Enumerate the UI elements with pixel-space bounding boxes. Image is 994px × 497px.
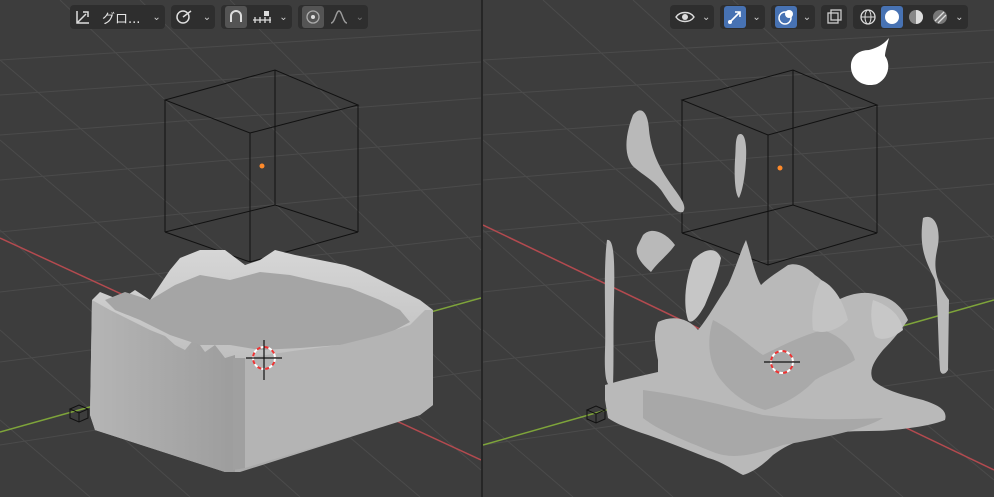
chevron-down-icon[interactable]: ⌄ xyxy=(803,12,811,23)
fluid-mesh-left[interactable] xyxy=(90,250,433,472)
chevron-down-icon: ⌄ xyxy=(279,11,288,23)
snap-settings-group[interactable]: ⌄ xyxy=(221,5,292,29)
snap-toggle-group[interactable]: ⌄ xyxy=(170,5,216,29)
wireframe-shading-icon[interactable] xyxy=(857,6,879,28)
viewport-right-scene[interactable] xyxy=(483,0,994,497)
snap-increment-icon[interactable] xyxy=(251,8,273,26)
viewport-left[interactable]: グロ... ⌄ ⌄ ⌄ ⌄ xyxy=(0,0,481,497)
empty-cube-object[interactable] xyxy=(68,404,90,423)
gizmo-icon[interactable] xyxy=(724,6,747,28)
visibility-dropdown[interactable]: ⌄ xyxy=(670,5,715,29)
overlays-icon[interactable] xyxy=(774,6,797,28)
snap-magnet-icon[interactable] xyxy=(225,6,248,28)
eye-icon xyxy=(674,8,696,26)
transform-pivot-dropdown[interactable]: グロ... ⌄ xyxy=(70,5,165,29)
xray-toggle[interactable] xyxy=(821,5,848,29)
transform-pivot-icon xyxy=(74,8,92,26)
gizmo-group[interactable]: ⌄ xyxy=(720,5,765,29)
solid-shading-icon[interactable] xyxy=(881,6,904,28)
material-preview-icon[interactable] xyxy=(905,6,927,28)
proportional-edit-icon[interactable] xyxy=(301,6,324,28)
chevron-down-icon: ⌄ xyxy=(355,11,364,23)
transform-orientation-icon[interactable] xyxy=(175,8,197,26)
overlays-group[interactable]: ⌄ xyxy=(770,5,816,29)
viewport-right[interactable]: ⌄ ⌄ ⌄ ⌄ xyxy=(483,0,994,497)
shading-mode-group[interactable]: ⌄ xyxy=(853,5,968,29)
domain-origin-dot[interactable] xyxy=(259,163,265,169)
fluid-mesh-right[interactable] xyxy=(604,110,949,475)
chevron-down-icon[interactable]: ⌄ xyxy=(752,12,760,23)
proportional-edit-group[interactable]: ⌄ xyxy=(297,5,368,29)
viewport-left-scene[interactable] xyxy=(0,0,481,497)
domain-origin-dot[interactable] xyxy=(777,165,783,171)
falloff-curve-icon[interactable] xyxy=(328,6,350,28)
transform-pivot-label: グロ... xyxy=(102,11,141,27)
chevron-down-icon: ⌄ xyxy=(152,11,161,23)
viewport-header-right: ⌄ ⌄ ⌄ ⌄ xyxy=(670,0,968,34)
solid-shading-callout-icon xyxy=(850,38,889,86)
chevron-down-icon: ⌄ xyxy=(202,11,212,23)
viewport-header-left: グロ... ⌄ ⌄ ⌄ ⌄ xyxy=(70,0,368,34)
chevron-down-icon[interactable]: ⌄ xyxy=(955,12,963,23)
rendered-shading-icon[interactable] xyxy=(929,6,951,28)
chevron-down-icon: ⌄ xyxy=(702,11,711,23)
xray-icon[interactable] xyxy=(823,6,845,28)
